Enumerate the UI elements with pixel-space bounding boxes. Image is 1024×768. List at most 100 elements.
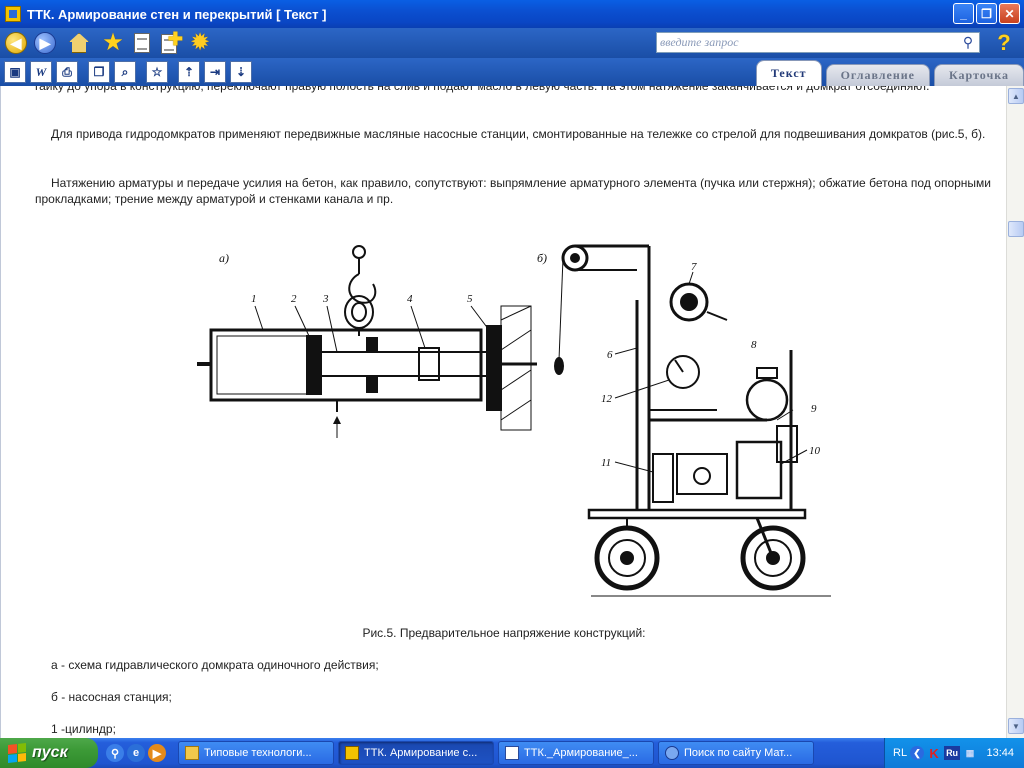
start-label: пуск (32, 744, 68, 761)
callout-11: 11 (601, 457, 611, 469)
arrow-right-icon: ⇥ (209, 65, 221, 79)
title-bar: ТТК. Армирование стен и перекрытий [ Тек… (0, 0, 1024, 28)
back-button[interactable]: ◀ (3, 30, 29, 56)
callout-4: 4 (407, 293, 413, 305)
add-document-icon: ✚ (161, 29, 183, 54)
copy-icon: ❐ (93, 65, 105, 79)
preview-button[interactable]: ⌕ (114, 61, 136, 83)
word-icon: W (35, 64, 47, 79)
paragraph-pump-station: Для привода гидродомкратов применяют пер… (51, 127, 986, 141)
callout-2: 2 (291, 293, 297, 305)
chevron-down-icon: ▼ (1012, 721, 1020, 731)
go-to-button[interactable]: ⇥ (204, 61, 226, 83)
scroll-up-button[interactable]: ⇡ (178, 61, 200, 83)
start-button[interactable]: пуск (0, 738, 98, 768)
media-player-icon[interactable]: ▶ (148, 744, 166, 762)
vertical-scrollbar[interactable]: ▲ ▼ (1006, 86, 1024, 738)
main-toolbar: ◀ ▶ ★ ✚ ✹ ⚲ ? (0, 28, 1024, 58)
arrow-up-icon: ⇡ (183, 65, 195, 79)
search-input[interactable] (657, 33, 957, 52)
clock: 13:44 (986, 747, 1014, 759)
scroll-down-arrow[interactable]: ▼ (1008, 718, 1024, 734)
tab-contents[interactable]: Оглавление (825, 64, 931, 86)
scroll-down-button[interactable]: ⇣ (230, 61, 252, 83)
copy-button[interactable]: ❐ (88, 61, 110, 83)
taskbar-item-browser[interactable]: Поиск по сайту Мат... (658, 741, 814, 765)
forward-button[interactable]: ▶ (32, 30, 58, 56)
figure-prestressing: а) 1 2 3 4 5 б) 6 7 8 9 10 11 12 (197, 244, 831, 597)
chevron-left-icon[interactable]: ❮ (910, 746, 925, 760)
view-tabs: Текст Оглавление Карточка (752, 60, 1024, 86)
favorites-button[interactable]: ★ (100, 30, 126, 56)
browser-icon (665, 746, 679, 760)
preview-icon: ⌕ (121, 64, 129, 79)
keyboard-layout-indicator[interactable]: Ru (944, 746, 961, 760)
list-item: а - схема гидравлического домкрата одино… (51, 658, 379, 672)
callout-1: 1 (251, 293, 257, 305)
bookmark-button[interactable]: ☆ (146, 61, 168, 83)
list-item: б - насосная станция; (51, 690, 172, 704)
bookmark-star-icon: ☆ (151, 65, 163, 79)
window-controls: _ ❐ ✕ (953, 3, 1020, 24)
quick-launch: ⚲ e ▶ (106, 744, 166, 762)
language-indicator[interactable]: RL (893, 747, 907, 759)
printer-icon: ⎙ (62, 64, 72, 79)
search-icon[interactable]: ⚲ (957, 33, 979, 52)
minimize-button[interactable]: _ (953, 3, 974, 24)
taskbar-item-word[interactable]: ТТК._Армирование_... (498, 741, 654, 765)
settings-button[interactable]: ✹ (187, 30, 213, 56)
document-button[interactable] (129, 30, 155, 56)
folder-icon (185, 746, 199, 760)
help-button[interactable]: ? (992, 30, 1016, 55)
list-item: 1 -цилиндр; (51, 722, 116, 736)
tab-text[interactable]: Текст (755, 60, 822, 86)
figure-caption: Рис.5. Предварительное напряжение констр… (362, 626, 646, 640)
browser-icon[interactable]: e (127, 744, 145, 762)
figure-label-b: б) (537, 251, 547, 265)
window-title: ТТК. Армирование стен и перекрытий [ Тек… (27, 6, 327, 22)
home-icon (69, 33, 89, 53)
close-button[interactable]: ✕ (999, 3, 1020, 24)
document-content: гайку до упора в конструкцию, переключаю… (0, 86, 1006, 738)
taskbar-item-folder[interactable]: Типовые технологи... (178, 741, 334, 765)
paragraph-tension: Натяжению арматуры и передаче усилия на … (35, 176, 991, 206)
arrow-down-icon: ⇣ (235, 65, 247, 79)
document-icon (134, 33, 150, 53)
network-icon[interactable]: ▦ (963, 746, 977, 760)
paragraph-partial: гайку до упора в конструкцию, переключаю… (35, 86, 930, 93)
antivirus-icon[interactable]: K (927, 746, 941, 761)
callout-3: 3 (322, 293, 329, 305)
gear-icon: ✹ (189, 29, 211, 56)
maximize-button[interactable]: ❐ (976, 3, 997, 24)
callout-6: 6 (607, 349, 613, 361)
callout-9: 9 (811, 403, 817, 415)
callout-8: 8 (751, 339, 757, 351)
word-export-button[interactable]: W (30, 61, 52, 83)
save-icon: ▣ (9, 65, 21, 79)
taskbar-item-label: Поиск по сайту Мат... (684, 747, 793, 759)
document-toolbar: ▣ W ⎙ ❐ ⌕ ☆ ⇡ ⇥ ⇣ Текст Оглавление Карто… (0, 58, 1024, 86)
word-document-icon (505, 746, 519, 760)
tab-card[interactable]: Карточка (934, 64, 1024, 86)
callout-7: 7 (691, 261, 697, 273)
add-document-button[interactable]: ✚ (158, 29, 184, 56)
search-box: ⚲ (656, 32, 980, 53)
star-icon: ★ (102, 29, 124, 56)
scroll-up-arrow[interactable]: ▲ (1008, 88, 1024, 104)
figure-label-a: а) (219, 251, 229, 265)
callout-5: 5 (467, 293, 473, 305)
taskbar-item-label: ТТК._Армирование_... (524, 747, 638, 759)
back-arrow-icon: ◀ (5, 32, 27, 54)
taskbar-item-ttk-active[interactable]: ТТК. Армирование с... (338, 741, 494, 765)
home-button[interactable] (66, 30, 92, 56)
system-tray: RL ❮ K Ru ▦ 13:44 (884, 738, 1024, 768)
taskbar-item-label: Типовые технологи... (204, 747, 312, 759)
callout-12: 12 (601, 393, 613, 405)
taskbar-item-label: ТТК. Армирование с... (364, 747, 478, 759)
save-button[interactable]: ▣ (4, 61, 26, 83)
search-icon[interactable]: ⚲ (106, 744, 124, 762)
print-button[interactable]: ⎙ (56, 61, 78, 83)
taskbar: пуск ⚲ e ▶ Типовые технологи... ТТК. Арм… (0, 738, 1024, 768)
callout-10: 10 (809, 445, 821, 457)
scroll-thumb[interactable] (1008, 221, 1024, 237)
